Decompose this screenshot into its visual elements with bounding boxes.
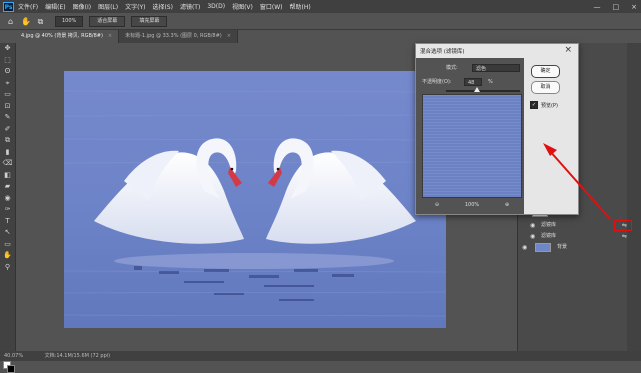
eyedropper-tool-icon[interactable]: ✎	[0, 112, 15, 124]
move-tool-icon[interactable]: ✥	[0, 43, 15, 55]
background-thumbnail	[535, 243, 551, 252]
marquee-tool-icon[interactable]: ⬚	[0, 55, 15, 67]
background-layer-label: 背景	[557, 244, 568, 250]
preview-checkbox[interactable]: ✓	[530, 101, 538, 109]
hand-tool-icon[interactable]: ✋	[0, 250, 15, 262]
opacity-unit: %	[488, 79, 493, 85]
home-icon[interactable]: ⌂	[6, 17, 15, 26]
gradient-tool-icon[interactable]: ◧	[0, 170, 15, 182]
menu-layer[interactable]: 图层(L)	[98, 2, 118, 11]
document-canvas[interactable]	[64, 71, 446, 328]
window-controls: — □ ×	[594, 0, 638, 13]
close-window-button[interactable]: ×	[631, 3, 637, 11]
dialog-title: 混合选项 (滤镜库)	[420, 49, 465, 55]
tools-panel: ✥ ⬚ ʘ ⌖ ▭ ⊡ ✎ ✐ ⧉ ▮ ⌫ ◧ ▰ ◉ ✑ T ↖ ▭ ✋ ⚲	[0, 43, 16, 373]
tab-label: 未标题-1.jpg @ 33.3% (图层 0, RGB/8#)	[125, 33, 222, 39]
menu-bar: Ps 文件(F) 编辑(E) 图像(I) 图层(L) 文字(Y) 选择(S) 滤…	[0, 0, 641, 13]
background-color-swatch[interactable]	[7, 365, 15, 373]
rectangle-tool-icon[interactable]: ▭	[0, 239, 15, 251]
quick-select-tool-icon[interactable]: ⌖	[0, 78, 15, 90]
status-doc-info: 文档:14.1M/15.6M (72 ppi)	[44, 353, 111, 359]
opacity-slider-track[interactable]	[446, 90, 520, 92]
pen-tool-icon[interactable]: ✑	[0, 204, 15, 216]
frame-tool-icon[interactable]: ⊡	[0, 101, 15, 113]
mode-label: 模式:	[446, 65, 458, 71]
menu-select[interactable]: 选择(S)	[152, 2, 173, 11]
zoom-out-icon[interactable]: ⊖	[435, 202, 439, 208]
menu-type[interactable]: 文字(Y)	[125, 2, 145, 11]
arrange-icon[interactable]: ⧉	[36, 17, 45, 26]
menu-file[interactable]: 文件(F)	[18, 2, 38, 11]
menu-view[interactable]: 视图(V)	[232, 2, 253, 11]
hand-tool-icon[interactable]: ✋	[21, 17, 31, 26]
status-bar: 40.07% 文档:14.1M/15.6M (72 ppi)	[0, 351, 641, 361]
options-bar: ⌂ ✋ ⧉ 100% 适合屏幕 填充屏幕	[0, 13, 641, 30]
blending-options-dialog: 混合选项 (滤镜库) × 模式: 滤色 不透明度(O): 48 % ⊖ 100%…	[415, 43, 579, 215]
photoshop-logo: Ps	[3, 1, 14, 12]
filter-gallery-label: 滤镜库	[541, 233, 557, 239]
opacity-label: 不透明度(O):	[422, 79, 452, 85]
filter-gallery-label: 滤镜库	[541, 222, 557, 228]
blur-tool-icon[interactable]: ▰	[0, 181, 15, 193]
highlight-box	[614, 220, 632, 231]
status-zoom[interactable]: 40.07%	[4, 353, 23, 359]
close-tab-icon[interactable]: ×	[227, 33, 231, 39]
clone-stamp-tool-icon[interactable]: ⧉	[0, 135, 15, 147]
zoom-tool-icon[interactable]: ⚲	[0, 262, 15, 274]
menu-filter[interactable]: 滤镜(T)	[180, 2, 200, 11]
cancel-button[interactable]: 取消	[531, 81, 560, 94]
swan-photo	[64, 71, 446, 328]
preview-zoom-controls: ⊖ 100% ⊕	[422, 200, 522, 210]
healing-brush-tool-icon[interactable]: ✐	[0, 124, 15, 136]
dialog-settings-area: 模式: 滤色 不透明度(O): 48 % ⊖ 100% ⊕	[416, 58, 524, 214]
menu-image[interactable]: 图像(I)	[73, 2, 91, 11]
document-tabs: 4.jpg @ 40% (背景 拷贝, RGB/8#) × 未标题-1.jpg @…	[15, 30, 415, 43]
path-select-tool-icon[interactable]: ↖	[0, 227, 15, 239]
maximize-button[interactable]: □	[613, 3, 620, 11]
preview-image	[422, 94, 522, 198]
layer-row-filter-gallery-1[interactable]: ◉ 滤镜库 ⇋	[519, 220, 627, 231]
menu-edit[interactable]: 编辑(E)	[45, 2, 65, 11]
type-tool-icon[interactable]: T	[0, 216, 15, 228]
tab-label: 4.jpg @ 40% (背景 拷贝, RGB/8#)	[21, 33, 103, 39]
panel-icons-strip	[627, 43, 641, 351]
crop-tool-icon[interactable]: ▭	[0, 89, 15, 101]
dodge-tool-icon[interactable]: ◉	[0, 193, 15, 205]
opacity-input[interactable]: 48	[464, 78, 482, 86]
mode-select[interactable]: 滤色	[472, 64, 520, 72]
layer-row-filter-gallery-2[interactable]: ◉ 滤镜库 ⇋	[519, 231, 627, 242]
brush-tool-icon[interactable]: ▮	[0, 147, 15, 159]
visibility-eye-icon[interactable]: ◉	[530, 231, 535, 242]
zoom-in-icon[interactable]: ⊕	[505, 202, 509, 208]
fill-screen-button[interactable]: 填充屏幕	[131, 15, 168, 27]
blending-options-icon[interactable]: ⇋	[622, 231, 627, 242]
minimize-button[interactable]: —	[594, 3, 601, 11]
dialog-close-icon[interactable]: ×	[564, 45, 572, 55]
fit-screen-button[interactable]: 适合屏幕	[89, 15, 126, 27]
tab-untitled[interactable]: 未标题-1.jpg @ 33.3% (图层 0, RGB/8#) ×	[119, 30, 238, 43]
zoom-value-field[interactable]: 100%	[55, 15, 84, 27]
visibility-eye-icon[interactable]: ◉	[522, 242, 527, 253]
close-tab-icon[interactable]: ×	[108, 33, 112, 39]
color-swatches[interactable]	[3, 361, 15, 373]
menu-help[interactable]: 帮助(H)	[290, 2, 311, 11]
tab-4jpg[interactable]: 4.jpg @ 40% (背景 拷贝, RGB/8#) ×	[15, 30, 120, 43]
zoom-level: 100%	[464, 202, 480, 208]
preview-checkbox-row[interactable]: ✓ 预览(P)	[530, 101, 558, 109]
menu-3d[interactable]: 3D(D)	[207, 3, 225, 10]
layer-row-background[interactable]: ◉ 背景	[519, 242, 627, 253]
eraser-tool-icon[interactable]: ⌫	[0, 158, 15, 170]
preview-label: 预览(P)	[541, 102, 558, 109]
lasso-tool-icon[interactable]: ʘ	[0, 66, 15, 78]
visibility-eye-icon[interactable]: ◉	[530, 220, 535, 231]
opacity-slider-thumb[interactable]	[474, 87, 480, 92]
menu-window[interactable]: 窗口(W)	[260, 2, 283, 11]
ok-button[interactable]: 确定	[531, 65, 560, 78]
